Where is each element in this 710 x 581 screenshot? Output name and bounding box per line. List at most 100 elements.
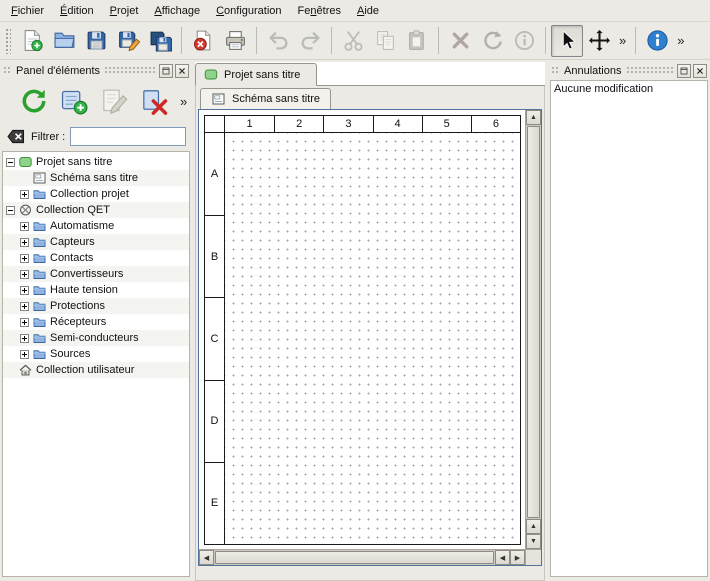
reload-collections-button[interactable] bbox=[16, 83, 52, 119]
open-project-button[interactable] bbox=[48, 25, 80, 57]
schema-canvas[interactable] bbox=[225, 133, 520, 544]
tree-item-haute-tension[interactable]: Haute tension bbox=[3, 282, 189, 298]
schema-grid: 123456ABCDE bbox=[204, 115, 521, 545]
tree-item-schema-sans-titre[interactable]: Schéma sans titre bbox=[3, 170, 189, 186]
menu-configuration[interactable]: Configuration bbox=[208, 2, 289, 20]
pan-tool-button[interactable] bbox=[583, 25, 615, 57]
tree-expander[interactable] bbox=[20, 270, 29, 279]
tree-expander[interactable] bbox=[20, 238, 29, 247]
menu-affichage[interactable]: Affichage bbox=[146, 2, 208, 20]
scroll-right-icon[interactable]: ▶ bbox=[510, 550, 525, 565]
menu-aide[interactable]: Aide bbox=[349, 2, 387, 20]
float-icon bbox=[680, 67, 688, 75]
tree-expander[interactable] bbox=[20, 222, 29, 231]
scroll-left-icon[interactable]: ◀ bbox=[199, 550, 214, 565]
float-button[interactable] bbox=[159, 64, 173, 78]
scroll-up-icon[interactable]: ▲ bbox=[526, 110, 541, 125]
tabbar-filler bbox=[317, 62, 545, 85]
tree-item-label: Schéma sans titre bbox=[50, 172, 142, 184]
toolbar-separator bbox=[181, 27, 182, 54]
tab-projet-sans-titre[interactable]: Projet sans titre bbox=[195, 63, 317, 86]
tree-item-protections[interactable]: Protections bbox=[3, 298, 189, 314]
properties-button[interactable] bbox=[508, 25, 540, 57]
hscroll-thumb[interactable] bbox=[215, 551, 494, 564]
menu-projet[interactable]: Projet bbox=[102, 2, 147, 20]
tree-item-projet-sans-titre[interactable]: Projet sans titre bbox=[3, 154, 189, 170]
tree-item-recepteurs[interactable]: Récepteurs bbox=[3, 314, 189, 330]
column-header-5: 5 bbox=[422, 116, 471, 133]
tree-expander[interactable] bbox=[20, 254, 29, 263]
tree-item-semi-conducteurs[interactable]: Semi-conducteurs bbox=[3, 330, 189, 346]
new-project-button[interactable] bbox=[16, 25, 48, 57]
toolbar-separator bbox=[545, 27, 546, 54]
toolbar-grip[interactable] bbox=[5, 28, 11, 54]
about-button[interactable] bbox=[641, 25, 673, 57]
delete-button[interactable] bbox=[444, 25, 476, 57]
menu-fichier[interactable]: Fichier bbox=[3, 2, 52, 20]
tree-item-convertisseurs[interactable]: Convertisseurs bbox=[3, 266, 189, 282]
close-file-icon bbox=[192, 29, 215, 52]
rotate-button[interactable] bbox=[476, 25, 508, 57]
save-as-button[interactable] bbox=[112, 25, 144, 57]
vscroll-thumb[interactable] bbox=[527, 126, 540, 518]
close-file-button[interactable] bbox=[187, 25, 219, 57]
tree-item-label: Contacts bbox=[50, 252, 97, 264]
menu-fenetres[interactable]: Fenêtres bbox=[290, 2, 349, 20]
folder-icon bbox=[33, 220, 46, 232]
scroll-left-icon[interactable]: ◀ bbox=[495, 550, 510, 565]
filter-input[interactable] bbox=[70, 127, 186, 146]
select-arrow-icon bbox=[556, 29, 579, 52]
tab-schema-sans-titre[interactable]: Schéma sans titre bbox=[200, 88, 331, 109]
scroll-up-icon[interactable]: ▲ bbox=[526, 519, 541, 534]
tree-expander[interactable] bbox=[20, 334, 29, 343]
copy-button[interactable] bbox=[369, 25, 401, 57]
close-button[interactable] bbox=[693, 64, 707, 78]
menu-edition[interactable]: Édition bbox=[52, 2, 102, 20]
tree-expander[interactable] bbox=[20, 190, 29, 199]
clear-filter-button[interactable] bbox=[6, 128, 26, 145]
schema-tab-label: Schéma sans titre bbox=[232, 93, 320, 105]
schema-tabbar: Schéma sans titre bbox=[198, 88, 542, 109]
undo-panel-title: Annulations bbox=[560, 65, 626, 77]
tree-item-capteurs[interactable]: Capteurs bbox=[3, 234, 189, 250]
scroll-down-icon[interactable]: ▼ bbox=[526, 534, 541, 549]
panel-toolbar-overflow[interactable]: » bbox=[176, 94, 192, 109]
tree-expander[interactable] bbox=[20, 318, 29, 327]
float-button[interactable] bbox=[677, 64, 691, 78]
folder-icon bbox=[33, 188, 46, 200]
undo-panel-titlebar[interactable]: Annulations bbox=[550, 62, 708, 79]
print-button[interactable] bbox=[219, 25, 251, 57]
tree-expander[interactable] bbox=[20, 286, 29, 295]
float-icon bbox=[162, 67, 170, 75]
tree-item-automatisme[interactable]: Automatisme bbox=[3, 218, 189, 234]
cut-button[interactable] bbox=[337, 25, 369, 57]
edit-element-button[interactable] bbox=[96, 83, 132, 119]
undo-panel: Annulations Aucune modification bbox=[548, 60, 710, 581]
tree-item-label: Collection QET bbox=[36, 204, 114, 216]
tree-expander[interactable] bbox=[20, 350, 29, 359]
help-toolbar-overflow[interactable]: » bbox=[673, 33, 688, 48]
elements-panel-titlebar[interactable]: Panel d'éléments bbox=[2, 62, 190, 79]
tree-item-collection-utilisateur[interactable]: Collection utilisateur bbox=[3, 362, 189, 378]
vertical-scrollbar[interactable]: ▲ ▲ ▼ bbox=[525, 110, 541, 549]
tree-item-collection-projet[interactable]: Collection projet bbox=[3, 186, 189, 202]
horizontal-scrollbar[interactable]: ◀ ◀ ▶ bbox=[199, 549, 525, 565]
redo-button[interactable] bbox=[294, 25, 326, 57]
close-button[interactable] bbox=[175, 64, 189, 78]
dock-buttons bbox=[675, 64, 707, 78]
delete-element-button[interactable] bbox=[136, 83, 172, 119]
save-all-button[interactable] bbox=[144, 25, 176, 57]
cut-icon bbox=[342, 29, 365, 52]
tree-item-collection-qet[interactable]: Collection QET bbox=[3, 202, 189, 218]
undo-button[interactable] bbox=[262, 25, 294, 57]
new-element-button[interactable] bbox=[56, 83, 92, 119]
tree-expander[interactable] bbox=[20, 302, 29, 311]
tree-expander[interactable] bbox=[6, 158, 15, 167]
save-button[interactable] bbox=[80, 25, 112, 57]
tools-toolbar-overflow[interactable]: » bbox=[615, 33, 630, 48]
tree-expander[interactable] bbox=[6, 206, 15, 215]
select-tool-button[interactable] bbox=[551, 25, 583, 57]
tree-item-sources[interactable]: Sources bbox=[3, 346, 189, 362]
paste-button[interactable] bbox=[401, 25, 433, 57]
tree-item-contacts[interactable]: Contacts bbox=[3, 250, 189, 266]
